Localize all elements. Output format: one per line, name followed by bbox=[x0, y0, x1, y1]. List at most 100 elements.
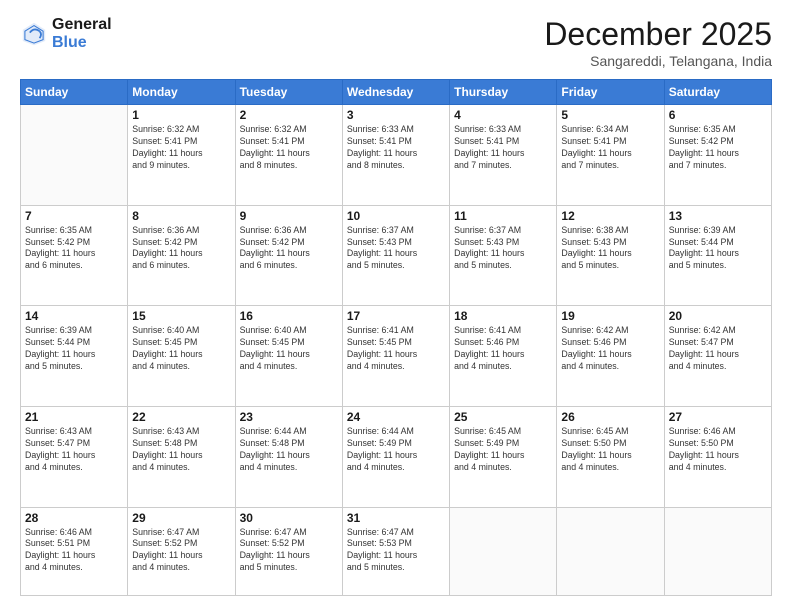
logo: General Blue bbox=[20, 16, 112, 52]
calendar-week-2: 7Sunrise: 6:35 AM Sunset: 5:42 PM Daylig… bbox=[21, 205, 772, 306]
day-number: 1 bbox=[132, 108, 230, 122]
day-info: Sunrise: 6:44 AM Sunset: 5:49 PM Dayligh… bbox=[347, 426, 445, 474]
calendar-header-row: Sunday Monday Tuesday Wednesday Thursday… bbox=[21, 80, 772, 105]
header-sunday: Sunday bbox=[21, 80, 128, 105]
header-tuesday: Tuesday bbox=[235, 80, 342, 105]
table-row: 28 Sunrise: 6:46 AM Sunset: 5:51 PM Dayli… bbox=[21, 507, 128, 595]
day-info: Sunrise: 6:46 AM Sunset: 5:51 PM Dayligh… bbox=[25, 527, 123, 575]
header-monday: Monday bbox=[128, 80, 235, 105]
day-number: 27 bbox=[669, 410, 767, 424]
day-number: 3 bbox=[347, 108, 445, 122]
table-row: 9 Sunrise: 6:36 AM Sunset: 5:42 PM Daylig… bbox=[235, 205, 342, 306]
table-row: 10Sunrise: 6:37 AM Sunset: 5:43 PM Dayli… bbox=[342, 205, 449, 306]
day-info: Sunrise: 6:34 AM Sunset: 5:41 PM Dayligh… bbox=[561, 124, 659, 172]
day-number: 20 bbox=[669, 309, 767, 323]
day-info: Sunrise: 6:45 AM Sunset: 5:50 PM Dayligh… bbox=[561, 426, 659, 474]
day-info: Sunrise: 6:44 AM Sunset: 5:48 PM Dayligh… bbox=[240, 426, 338, 474]
month-title: December 2025 bbox=[544, 16, 772, 53]
day-info: Sunrise: 6:47 AM Sunset: 5:53 PM Dayligh… bbox=[347, 527, 445, 575]
table-row: 18Sunrise: 6:41 AM Sunset: 5:46 PM Dayli… bbox=[450, 306, 557, 407]
table-row: 26 Sunrise: 6:45 AM Sunset: 5:50 PM Dayli… bbox=[557, 406, 664, 507]
day-info: Sunrise: 6:40 AM Sunset: 5:45 PM Dayligh… bbox=[132, 325, 230, 373]
header-saturday: Saturday bbox=[664, 80, 771, 105]
day-number: 17 bbox=[347, 309, 445, 323]
day-number: 26 bbox=[561, 410, 659, 424]
day-number: 10 bbox=[347, 209, 445, 223]
header-thursday: Thursday bbox=[450, 80, 557, 105]
day-info: Sunrise: 6:40 AM Sunset: 5:45 PM Dayligh… bbox=[240, 325, 338, 373]
day-info: Sunrise: 6:37 AM Sunset: 5:43 PM Dayligh… bbox=[454, 225, 552, 273]
table-row: 16 Sunrise: 6:40 AM Sunset: 5:45 PM Dayli… bbox=[235, 306, 342, 407]
table-row: 19 Sunrise: 6:42 AM Sunset: 5:46 PM Dayli… bbox=[557, 306, 664, 407]
day-number: 29 bbox=[132, 511, 230, 525]
table-row: 12 Sunrise: 6:38 AM Sunset: 5:43 PM Dayli… bbox=[557, 205, 664, 306]
title-block: December 2025 Sangareddi, Telangana, Ind… bbox=[544, 16, 772, 69]
day-info: Sunrise: 6:33 AM Sunset: 5:41 PM Dayligh… bbox=[347, 124, 445, 172]
day-number: 22 bbox=[132, 410, 230, 424]
calendar-week-4: 21Sunrise: 6:43 AM Sunset: 5:47 PM Dayli… bbox=[21, 406, 772, 507]
day-info: Sunrise: 6:43 AM Sunset: 5:47 PM Dayligh… bbox=[25, 426, 123, 474]
day-number: 28 bbox=[25, 511, 123, 525]
day-info: Sunrise: 6:33 AM Sunset: 5:41 PM Dayligh… bbox=[454, 124, 552, 172]
table-row: 8 Sunrise: 6:36 AM Sunset: 5:42 PM Daylig… bbox=[128, 205, 235, 306]
day-number: 11 bbox=[454, 209, 552, 223]
table-row bbox=[21, 105, 128, 206]
day-number: 8 bbox=[132, 209, 230, 223]
location-subtitle: Sangareddi, Telangana, India bbox=[544, 53, 772, 69]
table-row: 5 Sunrise: 6:34 AM Sunset: 5:41 PM Daylig… bbox=[557, 105, 664, 206]
table-row: 21Sunrise: 6:43 AM Sunset: 5:47 PM Dayli… bbox=[21, 406, 128, 507]
table-row bbox=[664, 507, 771, 595]
day-info: Sunrise: 6:39 AM Sunset: 5:44 PM Dayligh… bbox=[669, 225, 767, 273]
day-info: Sunrise: 6:36 AM Sunset: 5:42 PM Dayligh… bbox=[240, 225, 338, 273]
day-info: Sunrise: 6:36 AM Sunset: 5:42 PM Dayligh… bbox=[132, 225, 230, 273]
calendar-table: Sunday Monday Tuesday Wednesday Thursday… bbox=[20, 79, 772, 596]
day-number: 24 bbox=[347, 410, 445, 424]
table-row: 24 Sunrise: 6:44 AM Sunset: 5:49 PM Dayli… bbox=[342, 406, 449, 507]
table-row: 25 Sunrise: 6:45 AM Sunset: 5:49 PM Dayli… bbox=[450, 406, 557, 507]
day-number: 25 bbox=[454, 410, 552, 424]
day-number: 9 bbox=[240, 209, 338, 223]
day-number: 16 bbox=[240, 309, 338, 323]
day-info: Sunrise: 6:46 AM Sunset: 5:50 PM Dayligh… bbox=[669, 426, 767, 474]
day-number: 12 bbox=[561, 209, 659, 223]
table-row: 4 Sunrise: 6:33 AM Sunset: 5:41 PM Daylig… bbox=[450, 105, 557, 206]
table-row: 30 Sunrise: 6:47 AM Sunset: 5:52 PM Dayli… bbox=[235, 507, 342, 595]
table-row: 7Sunrise: 6:35 AM Sunset: 5:42 PM Daylig… bbox=[21, 205, 128, 306]
day-info: Sunrise: 6:47 AM Sunset: 5:52 PM Dayligh… bbox=[132, 527, 230, 575]
day-number: 30 bbox=[240, 511, 338, 525]
day-number: 23 bbox=[240, 410, 338, 424]
day-number: 13 bbox=[669, 209, 767, 223]
day-number: 19 bbox=[561, 309, 659, 323]
day-info: Sunrise: 6:45 AM Sunset: 5:49 PM Dayligh… bbox=[454, 426, 552, 474]
table-row bbox=[557, 507, 664, 595]
day-info: Sunrise: 6:35 AM Sunset: 5:42 PM Dayligh… bbox=[669, 124, 767, 172]
table-row: 14Sunrise: 6:39 AM Sunset: 5:44 PM Dayli… bbox=[21, 306, 128, 407]
table-row: 6Sunrise: 6:35 AM Sunset: 5:42 PM Daylig… bbox=[664, 105, 771, 206]
day-info: Sunrise: 6:39 AM Sunset: 5:44 PM Dayligh… bbox=[25, 325, 123, 373]
day-info: Sunrise: 6:42 AM Sunset: 5:47 PM Dayligh… bbox=[669, 325, 767, 373]
header-wednesday: Wednesday bbox=[342, 80, 449, 105]
calendar-week-5: 28 Sunrise: 6:46 AM Sunset: 5:51 PM Dayli… bbox=[21, 507, 772, 595]
day-info: Sunrise: 6:42 AM Sunset: 5:46 PM Dayligh… bbox=[561, 325, 659, 373]
table-row: 29 Sunrise: 6:47 AM Sunset: 5:52 PM Dayli… bbox=[128, 507, 235, 595]
day-info: Sunrise: 6:38 AM Sunset: 5:43 PM Dayligh… bbox=[561, 225, 659, 273]
header: General Blue December 2025 Sangareddi, T… bbox=[20, 16, 772, 69]
table-row: 22Sunrise: 6:43 AM Sunset: 5:48 PM Dayli… bbox=[128, 406, 235, 507]
page: General Blue December 2025 Sangareddi, T… bbox=[0, 0, 792, 612]
table-row: 17Sunrise: 6:41 AM Sunset: 5:45 PM Dayli… bbox=[342, 306, 449, 407]
logo-text: General Blue bbox=[52, 16, 112, 52]
day-number: 7 bbox=[25, 209, 123, 223]
table-row: 1 Sunrise: 6:32 AM Sunset: 5:41 PM Daylig… bbox=[128, 105, 235, 206]
table-row bbox=[450, 507, 557, 595]
day-info: Sunrise: 6:32 AM Sunset: 5:41 PM Dayligh… bbox=[132, 124, 230, 172]
table-row: 2 Sunrise: 6:32 AM Sunset: 5:41 PM Daylig… bbox=[235, 105, 342, 206]
table-row: 11 Sunrise: 6:37 AM Sunset: 5:43 PM Dayli… bbox=[450, 205, 557, 306]
day-info: Sunrise: 6:47 AM Sunset: 5:52 PM Dayligh… bbox=[240, 527, 338, 575]
logo-icon bbox=[20, 20, 48, 48]
day-info: Sunrise: 6:32 AM Sunset: 5:41 PM Dayligh… bbox=[240, 124, 338, 172]
table-row: 23 Sunrise: 6:44 AM Sunset: 5:48 PM Dayli… bbox=[235, 406, 342, 507]
day-number: 5 bbox=[561, 108, 659, 122]
day-number: 4 bbox=[454, 108, 552, 122]
header-friday: Friday bbox=[557, 80, 664, 105]
day-number: 2 bbox=[240, 108, 338, 122]
